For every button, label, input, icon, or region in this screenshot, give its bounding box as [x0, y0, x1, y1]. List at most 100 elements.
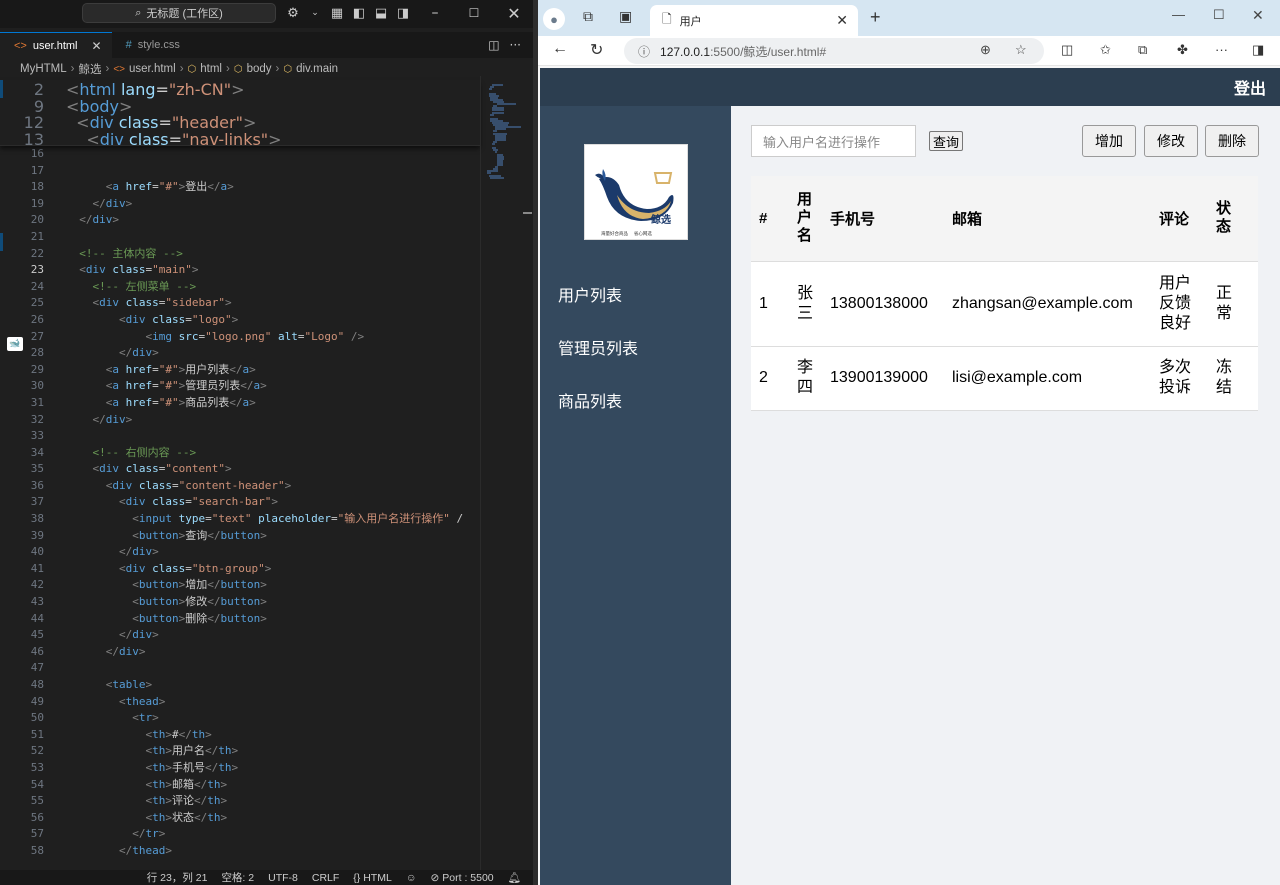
more-actions-icon[interactable]: ··· — [510, 38, 521, 52]
maximize-icon[interactable]: ☐ — [1213, 7, 1225, 23]
table-row[interactable]: 2 李四 13900139000 lisi@example.com 多次投诉 冻… — [751, 346, 1258, 411]
line-number[interactable]: 30 — [0, 378, 44, 395]
favorites-icon[interactable]: ✩ — [1100, 42, 1111, 58]
live-server-port[interactable]: ⊘ Port : 5500 — [431, 872, 494, 884]
code-line[interactable]: 19 </div> — [0, 196, 480, 213]
breadcrumb-item[interactable]: MyHTML — [20, 63, 67, 75]
code-line[interactable]: 56 <th>状态</th> — [0, 810, 480, 827]
line-number[interactable]: 43 — [0, 594, 44, 611]
line-number[interactable]: 31 — [0, 395, 44, 412]
line-number[interactable]: 47 — [0, 660, 44, 677]
code-line[interactable]: 43 <button>修改</button> — [0, 594, 480, 611]
table-row[interactable]: 1 张三 13800138000 zhangsan@example.com 用户… — [751, 261, 1258, 347]
line-number[interactable]: 42 — [0, 577, 44, 594]
close-icon[interactable]: ✕ — [503, 3, 525, 23]
line-number[interactable]: 45 — [0, 627, 44, 644]
code-line[interactable]: 46 </div> — [0, 644, 480, 661]
minimap[interactable] — [480, 76, 532, 870]
code-line[interactable]: 41 <div class="btn-group"> — [0, 561, 480, 578]
code-line[interactable]: 33 — [0, 428, 480, 445]
split-screen-icon[interactable]: ◫ — [1061, 42, 1073, 58]
code-line[interactable]: 34 <!-- 右侧内容 --> — [0, 445, 480, 462]
close-tab-icon[interactable]: ✕ — [92, 39, 102, 53]
line-number[interactable]: 41 — [0, 561, 44, 578]
back-icon[interactable]: ← — [552, 40, 568, 58]
edit-button[interactable]: 修改 — [1144, 125, 1198, 157]
breadcrumb-item[interactable]: 鲸选 — [78, 61, 101, 77]
refresh-icon[interactable]: ↻ — [590, 40, 603, 60]
sidebar-toggle-icon[interactable]: ◨ — [1252, 42, 1264, 58]
code-line[interactable]: 38 <input type="text" placeholder="输入用户名… — [0, 511, 480, 528]
line-number[interactable]: 50 — [0, 710, 44, 727]
code-line[interactable]: 13 <div class="nav-links"> — [0, 130, 480, 149]
cursor-position[interactable]: 行 23，列 21 — [147, 870, 208, 885]
line-number[interactable]: 17 — [0, 163, 44, 180]
code-line[interactable]: 26 <div class="logo"> — [0, 312, 480, 329]
breadcrumb-item[interactable]: body — [247, 63, 272, 75]
line-number[interactable]: 48 — [0, 677, 44, 694]
minimize-icon[interactable]: — — [1172, 7, 1185, 22]
code-line[interactable]: 24 <!-- 左侧菜单 --> — [0, 279, 480, 296]
line-number[interactable]: 34 — [0, 445, 44, 462]
close-icon[interactable]: ✕ — [1252, 7, 1264, 24]
chevron-down-icon[interactable]: ⌄ — [308, 5, 322, 21]
breadcrumb-item[interactable]: user.html — [129, 63, 176, 75]
line-number[interactable]: 52 — [0, 743, 44, 760]
code-line[interactable]: 27 <img src="logo.png" alt="Logo" /> — [0, 329, 480, 346]
add-button[interactable]: 增加 — [1082, 125, 1136, 157]
workspaces-icon[interactable]: ⧉ — [583, 8, 593, 25]
code-line[interactable]: 55 <th>评论</th> — [0, 793, 480, 810]
code-line[interactable]: 58 </thead> — [0, 843, 480, 860]
code-line[interactable]: 52 <th>用户名</th> — [0, 743, 480, 760]
code-line[interactable]: 9 <body> — [0, 97, 480, 116]
code-line[interactable]: 39 <button>查询</button> — [0, 528, 480, 545]
code-line[interactable]: 25 <div class="sidebar"> — [0, 295, 480, 312]
code-editor[interactable]: 16 17 18 <a href="#">登出</a> 19 </div> 20 </d… — [0, 80, 480, 870]
code-line[interactable]: 21 — [0, 229, 480, 246]
code-line[interactable]: 45 </div> — [0, 627, 480, 644]
toggle-secondary-sidebar-icon[interactable]: ◨ — [396, 5, 410, 21]
notifications-icon[interactable]: 🔔︎ — [508, 871, 521, 884]
query-button[interactable]: 查询 — [929, 131, 964, 151]
code-line[interactable]: 22 <!-- 主体内容 --> — [0, 246, 480, 263]
line-number[interactable]: 23 — [0, 262, 44, 279]
copilot-icon[interactable]: ☺ — [406, 872, 417, 884]
code-line[interactable]: 40 </div> — [0, 544, 480, 561]
line-number[interactable]: 37 — [0, 494, 44, 511]
breadcrumb-item[interactable]: div.main — [296, 63, 338, 75]
sidebar-item-admins[interactable]: 管理员列表 — [558, 335, 638, 359]
search-input[interactable]: 输入用户名进行操作 — [751, 125, 916, 157]
line-number[interactable]: 20 — [0, 212, 44, 229]
line-number[interactable]: 32 — [0, 412, 44, 429]
line-number[interactable]: 21 — [0, 229, 44, 246]
line-number[interactable]: 19 — [0, 196, 44, 213]
sidebar-item-products[interactable]: 商品列表 — [558, 388, 622, 412]
new-tab-icon[interactable]: + — [870, 7, 881, 28]
line-number[interactable]: 22 — [0, 246, 44, 263]
toggle-sidebar-icon[interactable]: ◧ — [352, 5, 366, 21]
sticky-scroll[interactable]: 2 <html lang="zh-CN"> 9 <body> 12 <div class… — [0, 80, 480, 149]
code-line[interactable]: 42 <button>增加</button> — [0, 577, 480, 594]
browser-tab-user[interactable]: 🗋 用户 ✕ — [650, 5, 858, 36]
line-number[interactable]: 18 — [0, 179, 44, 196]
code-line[interactable]: 30 <a href="#">管理员列表</a> — [0, 378, 480, 395]
extensions-icon[interactable]: ✤ — [1177, 42, 1188, 58]
code-line[interactable]: 53 <th>手机号</th> — [0, 760, 480, 777]
line-number[interactable]: 35 — [0, 461, 44, 478]
code-line[interactable]: 57 </tr> — [0, 826, 480, 843]
line-number[interactable]: 46 — [0, 644, 44, 661]
code-line[interactable]: 17 — [0, 163, 480, 180]
url-text[interactable]: 127.0.0.1:5500/鲸选/user.html# — [660, 43, 826, 60]
line-number[interactable]: 40 — [0, 544, 44, 561]
toggle-panel-icon[interactable]: ⬓ — [374, 5, 388, 21]
line-number[interactable]: 26 — [0, 312, 44, 329]
line-number[interactable]: 53 — [0, 760, 44, 777]
code-line[interactable]: 31 <a href="#">商品列表</a> — [0, 395, 480, 412]
layout-icon[interactable]: ▦ — [330, 5, 344, 21]
line-number[interactable]: 54 — [0, 777, 44, 794]
code-line[interactable]: 35 <div class="content"> — [0, 461, 480, 478]
code-line[interactable]: 29 <a href="#">用户列表</a> — [0, 362, 480, 379]
language-mode[interactable]: {} HTML — [353, 872, 392, 884]
line-number[interactable]: 29 — [0, 362, 44, 379]
favorite-star-icon[interactable]: ☆ — [1015, 42, 1027, 58]
